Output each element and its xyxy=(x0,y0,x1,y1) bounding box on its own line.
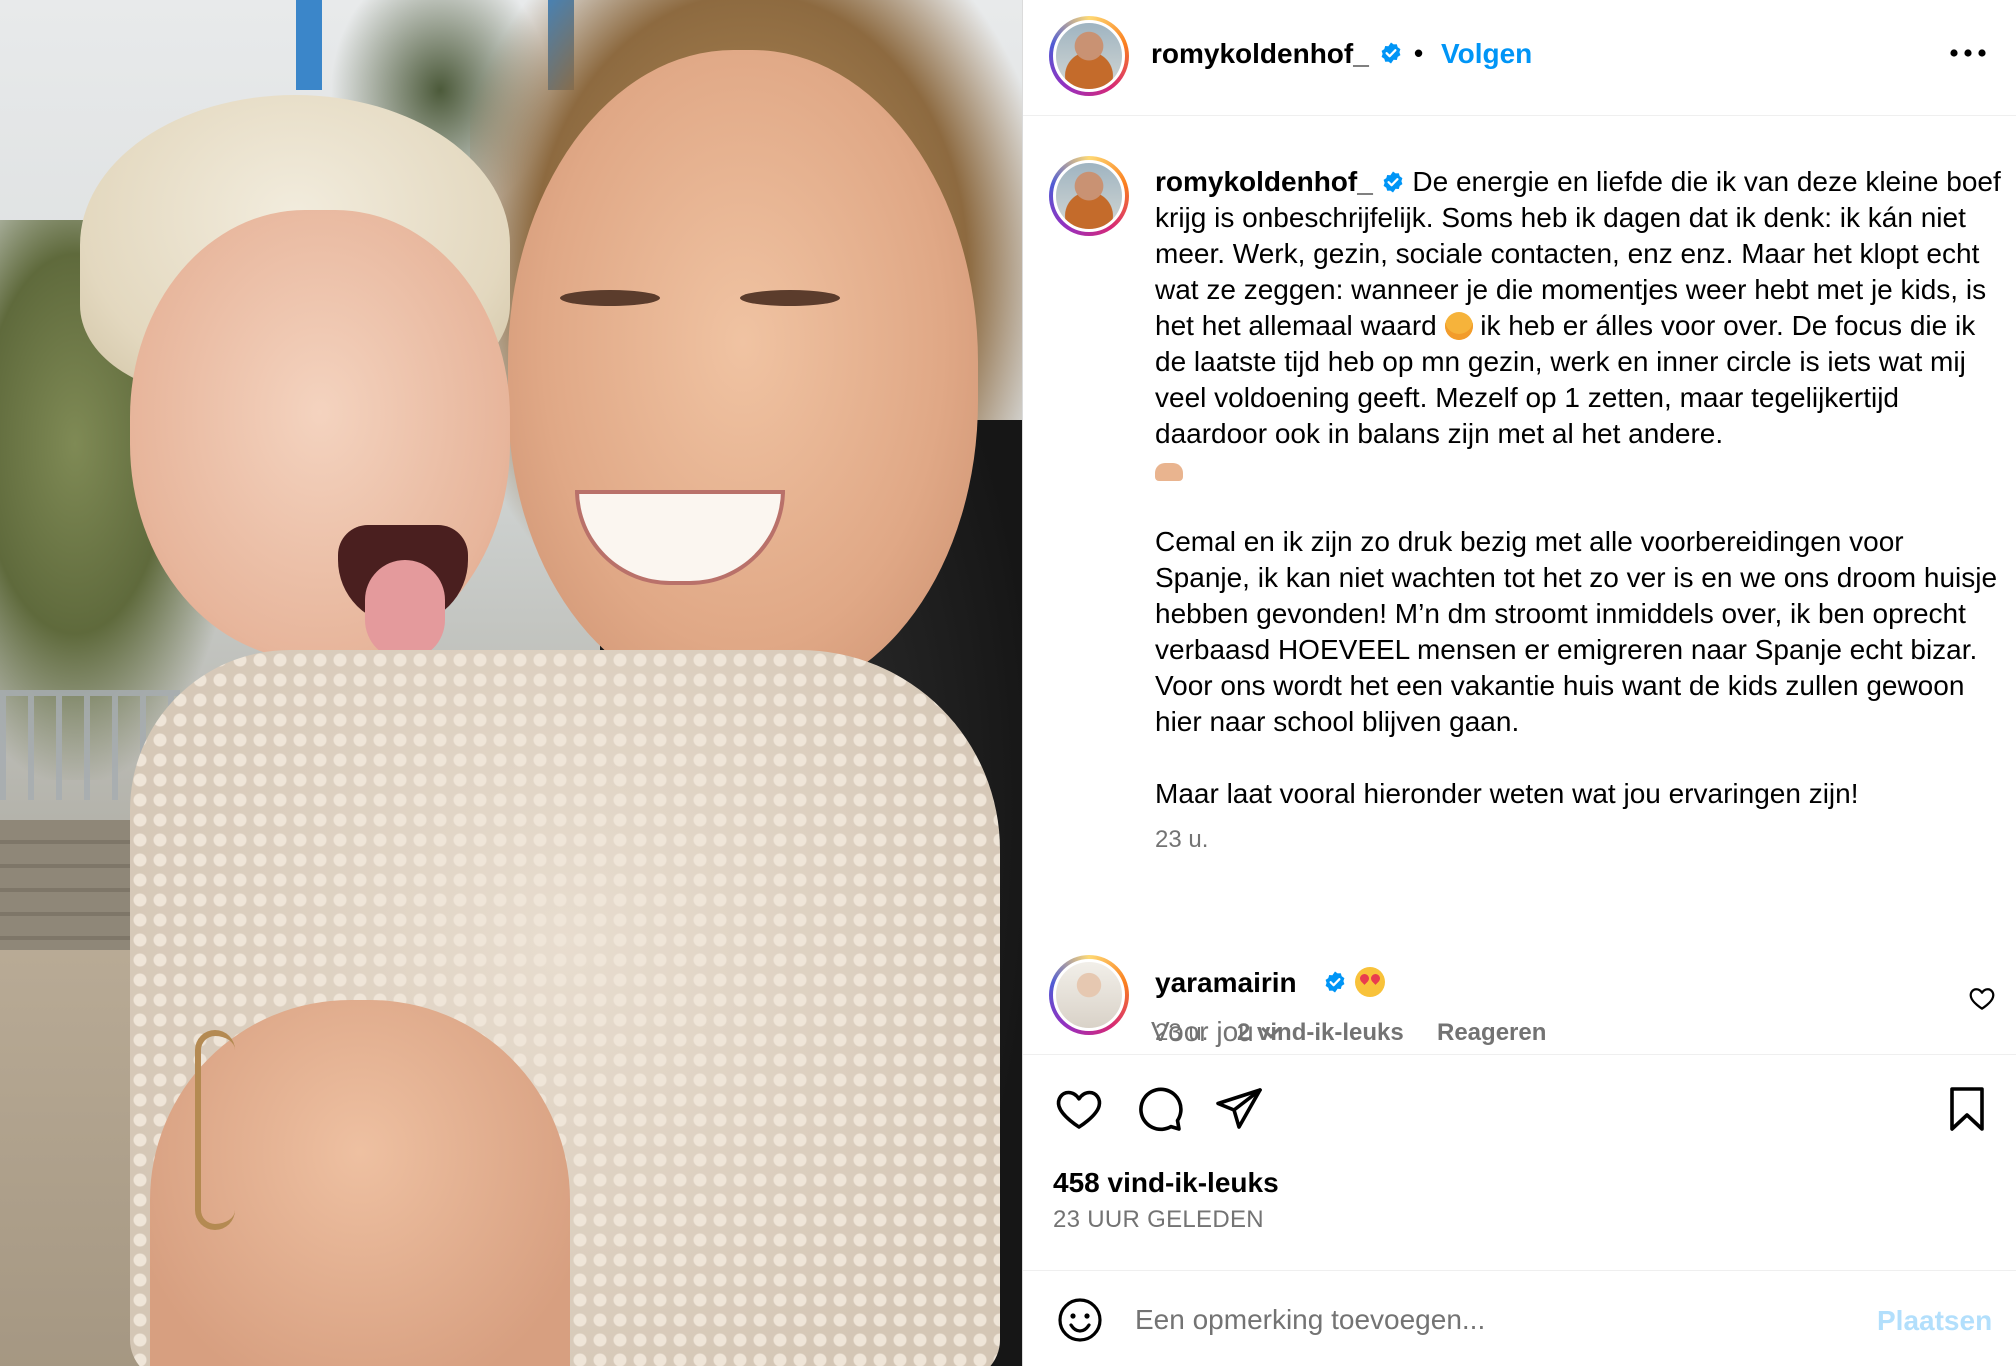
heart-icon[interactable] xyxy=(1053,1083,1105,1135)
post-caption: romykoldenhof_ De energie en liefde die … xyxy=(1155,164,2005,858)
reply-button[interactable]: Reageren xyxy=(1437,1019,1546,1047)
caption-timestamp[interactable]: 23 u. xyxy=(1155,822,2005,858)
add-comment-bar: Plaatsen xyxy=(1023,1270,2016,1366)
caption-author-avatar[interactable] xyxy=(1049,156,1129,236)
author-username[interactable]: romykoldenhof_ xyxy=(1151,38,1369,70)
photo-wall xyxy=(0,820,150,960)
comment-icon[interactable] xyxy=(1133,1083,1185,1135)
comment-likes-count[interactable]: 2 vind-ik-leuks xyxy=(1237,1019,1404,1047)
post-actions: 458 vind-ik-leuks 23 UUR GELEDEN xyxy=(1023,1054,2016,1294)
likes-count[interactable]: 458 vind-ik-leuks xyxy=(1053,1167,1279,1199)
comment-input[interactable] xyxy=(1135,1295,1855,1345)
caption-paragraph-3: Maar laat vooral hieronder weten wat jou… xyxy=(1155,778,1859,809)
caption-paragraph-2: Cemal en ik zijn zo druk bezig met alle … xyxy=(1155,526,2005,737)
post-side-panel: romykoldenhof_ • Volgen romykoldenhof_ D… xyxy=(1022,0,2016,1366)
author-avatar[interactable] xyxy=(1049,16,1129,96)
post-photo[interactable] xyxy=(0,0,1022,1366)
verified-badge-icon xyxy=(1383,171,1402,193)
post-date[interactable]: 23 UUR GELEDEN xyxy=(1053,1206,1264,1234)
photo-woman-eye xyxy=(560,290,660,306)
comment-timestamp: 23 u. xyxy=(1155,1019,1209,1046)
caption-username[interactable]: romykoldenhof_ xyxy=(1155,166,1373,197)
photo-bracelet xyxy=(195,1030,235,1230)
header-separator: • xyxy=(1414,38,1424,68)
verified-badge-icon xyxy=(1381,42,1401,64)
photo-woman-eye xyxy=(740,290,840,306)
post-comment-button[interactable]: Plaatsen xyxy=(1877,1305,1992,1337)
bookmark-icon[interactable] xyxy=(1941,1083,1993,1135)
comment-like-heart-icon[interactable] xyxy=(1967,983,1997,1013)
commenter-username[interactable]: yaramairin xyxy=(1155,967,1297,999)
smile-icon[interactable] xyxy=(1055,1295,1105,1345)
commenter-avatar[interactable] xyxy=(1049,955,1129,1035)
photo-blue-pole xyxy=(296,0,322,90)
photo-kid-tongue xyxy=(365,560,445,660)
caption-block: romykoldenhof_ De energie en liefde die … xyxy=(1023,116,2016,1056)
share-icon[interactable] xyxy=(1213,1083,1265,1135)
smiling-hearts-emoji-icon xyxy=(1444,312,1473,340)
more-options-icon[interactable] xyxy=(1945,38,1991,68)
heart-hands-emoji-icon xyxy=(1155,463,1183,481)
post-header: romykoldenhof_ • Volgen xyxy=(1023,0,2016,116)
photo-woman-face xyxy=(508,50,978,700)
verified-badge-icon xyxy=(1325,971,1345,993)
heart-eyes-emoji-icon xyxy=(1355,967,1385,997)
comment-item: yaramairin 23 u. 2 vind-ik-leuks Reagere… xyxy=(1023,955,2016,1055)
follow-button[interactable]: Volgen xyxy=(1441,38,1532,70)
